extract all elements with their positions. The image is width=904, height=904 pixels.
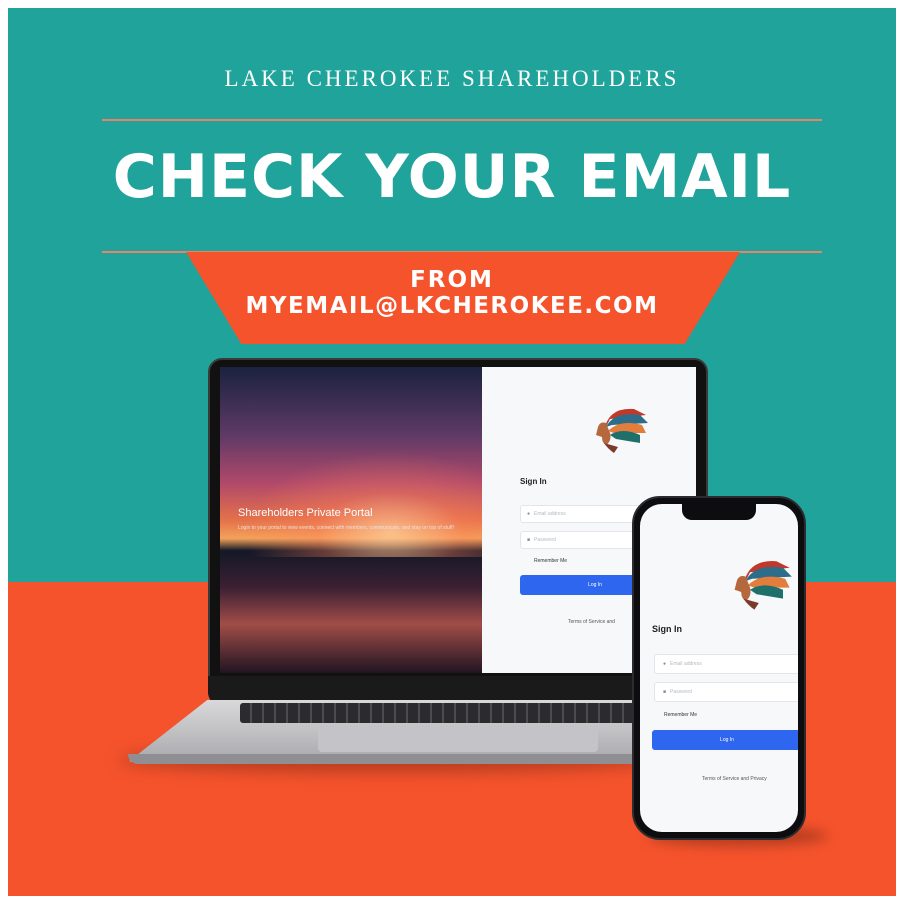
remember-me-checkbox[interactable]: Remember Me bbox=[534, 558, 567, 564]
sign-in-title: Sign In bbox=[520, 477, 547, 486]
sign-in-title: Sign In bbox=[652, 624, 682, 634]
laptop-trackpad bbox=[318, 726, 598, 752]
terms-link[interactable]: Terms of Service and Privacy bbox=[702, 776, 767, 782]
user-icon: ● bbox=[527, 511, 531, 517]
headline: CHECK YOUR EMAIL bbox=[112, 142, 792, 212]
sun-rays bbox=[220, 437, 482, 557]
lock-icon: ■ bbox=[663, 689, 667, 695]
org-name: LAKE CHEROKEE SHAREHOLDERS bbox=[224, 66, 680, 91]
login-button[interactable]: Log In bbox=[652, 730, 798, 750]
portal-description: Login to your portal to view events, con… bbox=[238, 525, 454, 531]
password-field[interactable]: ■ Password bbox=[654, 682, 798, 702]
phone-screen: Sign In ● Email address ■ Password Remem… bbox=[640, 504, 798, 832]
terms-link[interactable]: Terms of Service and bbox=[568, 619, 615, 625]
lock-icon: ■ bbox=[527, 537, 531, 543]
phone-notch bbox=[682, 504, 756, 520]
laptop-screen: Shareholders Private Portal Login to you… bbox=[220, 367, 696, 673]
portal-title: Shareholders Private Portal bbox=[238, 507, 373, 519]
from-label: FROM bbox=[410, 267, 494, 293]
user-icon: ● bbox=[663, 661, 667, 667]
chief-logo-icon bbox=[590, 397, 650, 457]
laptop-keyboard bbox=[240, 703, 676, 723]
remember-me-checkbox[interactable]: Remember Me bbox=[664, 712, 697, 718]
password-placeholder: Password bbox=[534, 537, 556, 543]
top-divider bbox=[102, 119, 822, 121]
email-placeholder: Email address bbox=[670, 661, 702, 667]
password-placeholder: Password bbox=[670, 689, 692, 695]
chief-logo-icon bbox=[728, 548, 794, 614]
email-field[interactable]: ● Email address bbox=[654, 654, 798, 674]
email-placeholder: Email address bbox=[534, 511, 566, 517]
promo-graphic: LAKE CHEROKEE SHAREHOLDERS CHECK YOUR EM… bbox=[8, 8, 896, 896]
from-email: MYEMAIL@LKCHEROKEE.COM bbox=[245, 293, 659, 319]
